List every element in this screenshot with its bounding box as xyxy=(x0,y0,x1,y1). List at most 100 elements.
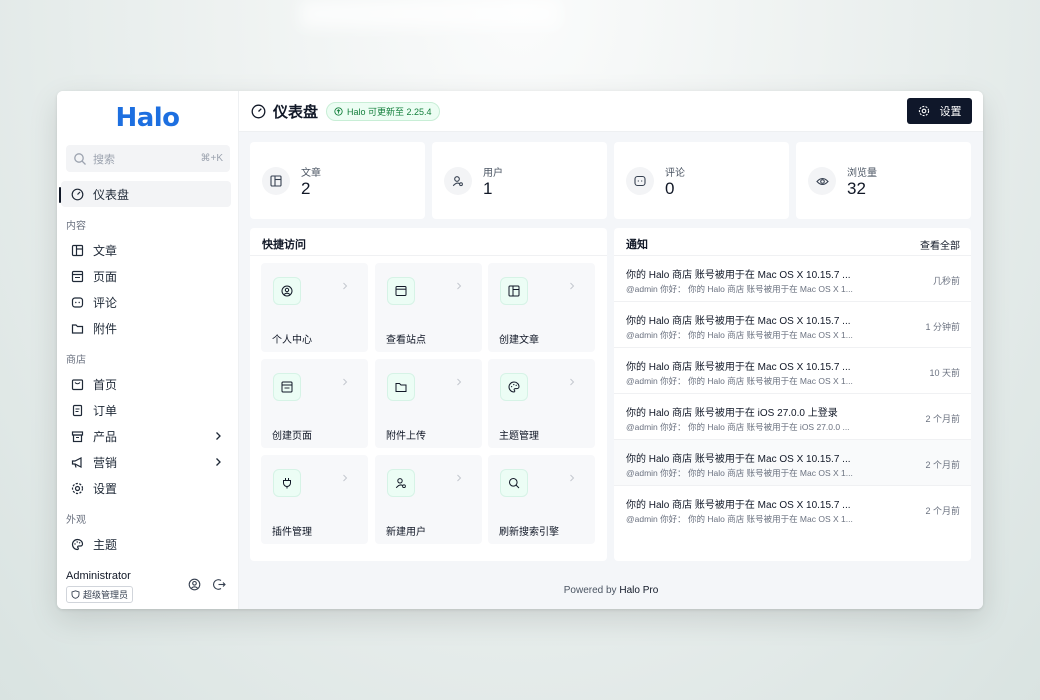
tile-create-post[interactable]: 创建文章 xyxy=(488,263,595,352)
notification-item[interactable]: 你的 Halo 商店 账号被用于在 Mac OS X 10.15.7 ... @… xyxy=(614,256,971,302)
user-circle-icon xyxy=(273,277,301,305)
document-icon xyxy=(71,244,84,257)
arrow-up-circle-icon xyxy=(334,106,347,116)
notification-time: 几秒前 xyxy=(932,276,960,286)
notification-item[interactable]: 你的 Halo 商店 账号被用于在 Mac OS X 10.15.7 ... @… xyxy=(614,302,971,348)
search-icon xyxy=(500,469,528,497)
notification-subtitle: @admin 你好： 你的 Halo 商店 账号被用于在 Mac OS X 1.… xyxy=(626,284,853,294)
store-icon xyxy=(71,378,84,391)
notification-item[interactable]: 你的 Halo 商店 账号被用于在 Mac OS X 10.15.7 ... @… xyxy=(614,348,971,394)
stat-card-users[interactable]: 用户 1 xyxy=(432,142,607,219)
stat-label: 浏览量 xyxy=(847,168,877,179)
notification-title: 你的 Halo 商店 账号被用于在 Mac OS X 10.15.7 ... xyxy=(626,316,851,327)
chevron-right-icon xyxy=(455,282,463,290)
page-icon xyxy=(273,373,301,401)
sidebar-item-settings[interactable]: 设置 xyxy=(61,475,231,501)
sidebar-item-label: 文章 xyxy=(93,243,118,258)
notification-subtitle: @admin 你好： 你的 Halo 商店 账号被用于在 iOS 27.0.0 … xyxy=(626,422,850,432)
search-box[interactable]: 搜索 ⌘+K xyxy=(66,145,230,172)
tile-plugin-management[interactable]: 插件管理 xyxy=(261,455,368,544)
notification-item[interactable]: 你的 Halo 商店 账号被用于在 Mac OS X 10.15.7 ... @… xyxy=(614,440,971,486)
sidebar-item-products[interactable]: 产品 xyxy=(61,423,231,449)
eye-icon xyxy=(808,167,836,195)
sidebar-item-label: 主题 xyxy=(93,537,118,552)
shield-icon xyxy=(71,590,83,599)
footer: Powered by Halo Pro xyxy=(239,585,983,596)
divider xyxy=(250,255,607,256)
sidebar-item-marketing[interactable]: 营销 xyxy=(61,449,231,475)
archive-icon xyxy=(71,430,84,443)
tile-view-site[interactable]: 查看站点 xyxy=(375,263,482,352)
sidebar-item-posts[interactable]: 文章 xyxy=(61,237,231,263)
chevron-right-icon xyxy=(568,474,576,482)
stat-label: 文章 xyxy=(301,168,321,179)
sidebar-item-dashboard[interactable]: 仪表盘 xyxy=(61,181,231,207)
user-profile-icon[interactable] xyxy=(188,578,201,591)
chevron-right-icon xyxy=(568,378,576,386)
user-add-icon xyxy=(387,469,415,497)
search-placeholder: 搜索 xyxy=(93,153,115,166)
comment-icon xyxy=(626,167,654,195)
notification-item[interactable]: 你的 Halo 商店 账号被用于在 iOS 27.0.0 上登录 @admin … xyxy=(614,394,971,440)
footer-brand[interactable]: Halo Pro xyxy=(619,585,658,596)
tile-new-user[interactable]: 新建用户 xyxy=(375,455,482,544)
comment-icon xyxy=(71,296,84,309)
chevron-right-icon xyxy=(455,474,463,482)
stat-card-posts[interactable]: 文章 2 xyxy=(250,142,425,219)
tile-profile[interactable]: 个人中心 xyxy=(261,263,368,352)
update-label: Halo 可更新至 2.25.4 xyxy=(347,106,432,117)
receipt-icon xyxy=(71,404,84,417)
update-badge[interactable]: Halo 可更新至 2.25.4 xyxy=(326,101,440,121)
notification-title: 你的 Halo 商店 账号被用于在 Mac OS X 10.15.7 ... xyxy=(626,454,851,465)
user-name: Administrator xyxy=(66,570,131,582)
background-glow xyxy=(300,0,560,28)
group-label-appearance: 外观 xyxy=(66,515,86,526)
dashboard-icon xyxy=(71,188,84,201)
stat-label: 用户 xyxy=(483,168,503,179)
sidebar-item-label: 订单 xyxy=(93,403,118,418)
document-icon xyxy=(500,277,528,305)
notification-time: 1 分钟前 xyxy=(925,322,960,332)
sidebar-item-home[interactable]: 首页 xyxy=(61,371,231,397)
logout-icon[interactable] xyxy=(213,578,226,591)
settings-button[interactable]: 设置 xyxy=(907,98,972,124)
browser-icon xyxy=(387,277,415,305)
stat-card-views[interactable]: 浏览量 32 xyxy=(796,142,971,219)
role-badge: 超级管理员 xyxy=(66,586,134,603)
halo-logo[interactable]: Halo xyxy=(57,103,238,133)
settings-button-label: 设置 xyxy=(939,106,962,118)
stat-label: 评论 xyxy=(665,168,685,179)
tile-refresh-search-engine[interactable]: 刷新搜索引擎 xyxy=(488,455,595,544)
sidebar: Halo 搜索 ⌘+K 仪表盘 内容 文章 页面 评论 附件 商店 首页 订单 … xyxy=(57,91,239,609)
tile-label: 刷新搜索引擎 xyxy=(499,527,559,538)
tile-upload-attachment[interactable]: 附件上传 xyxy=(375,359,482,448)
gear-icon xyxy=(918,105,930,117)
chevron-right-icon xyxy=(213,457,223,467)
stat-card-comments[interactable]: 评论 0 xyxy=(614,142,789,219)
sidebar-item-themes[interactable]: 主题 xyxy=(61,531,231,557)
tile-label: 新建用户 xyxy=(386,527,426,538)
sidebar-item-comments[interactable]: 评论 xyxy=(61,289,231,315)
tile-create-page[interactable]: 创建页面 xyxy=(261,359,368,448)
main-content: 仪表盘 Halo 可更新至 2.25.4 设置 文章 2 用户 1 评论 0 浏… xyxy=(239,91,983,609)
chevron-right-icon xyxy=(568,282,576,290)
dashboard-icon xyxy=(251,104,266,119)
notifications-panel: 通知 查看全部 你的 Halo 商店 账号被用于在 Mac OS X 10.15… xyxy=(614,228,971,561)
palette-icon xyxy=(500,373,528,401)
sidebar-item-pages[interactable]: 页面 xyxy=(61,263,231,289)
folder-icon xyxy=(71,322,84,335)
document-icon xyxy=(262,167,290,195)
sidebar-item-label: 产品 xyxy=(93,429,118,444)
notification-time: 10 天前 xyxy=(929,368,960,378)
view-all-link[interactable]: 查看全部 xyxy=(920,237,960,252)
group-label-shop: 商店 xyxy=(66,355,86,366)
sidebar-item-attachments[interactable]: 附件 xyxy=(61,315,231,341)
notification-title: 你的 Halo 商店 账号被用于在 iOS 27.0.0 上登录 xyxy=(626,408,838,419)
tile-theme-management[interactable]: 主题管理 xyxy=(488,359,595,448)
tile-label: 创建文章 xyxy=(499,335,539,346)
notification-item[interactable]: 你的 Halo 商店 账号被用于在 Mac OS X 10.15.7 ... @… xyxy=(614,486,971,532)
plug-icon xyxy=(273,469,301,497)
tile-label: 创建页面 xyxy=(272,431,312,442)
tile-label: 个人中心 xyxy=(272,335,312,346)
sidebar-item-orders[interactable]: 订单 xyxy=(61,397,231,423)
